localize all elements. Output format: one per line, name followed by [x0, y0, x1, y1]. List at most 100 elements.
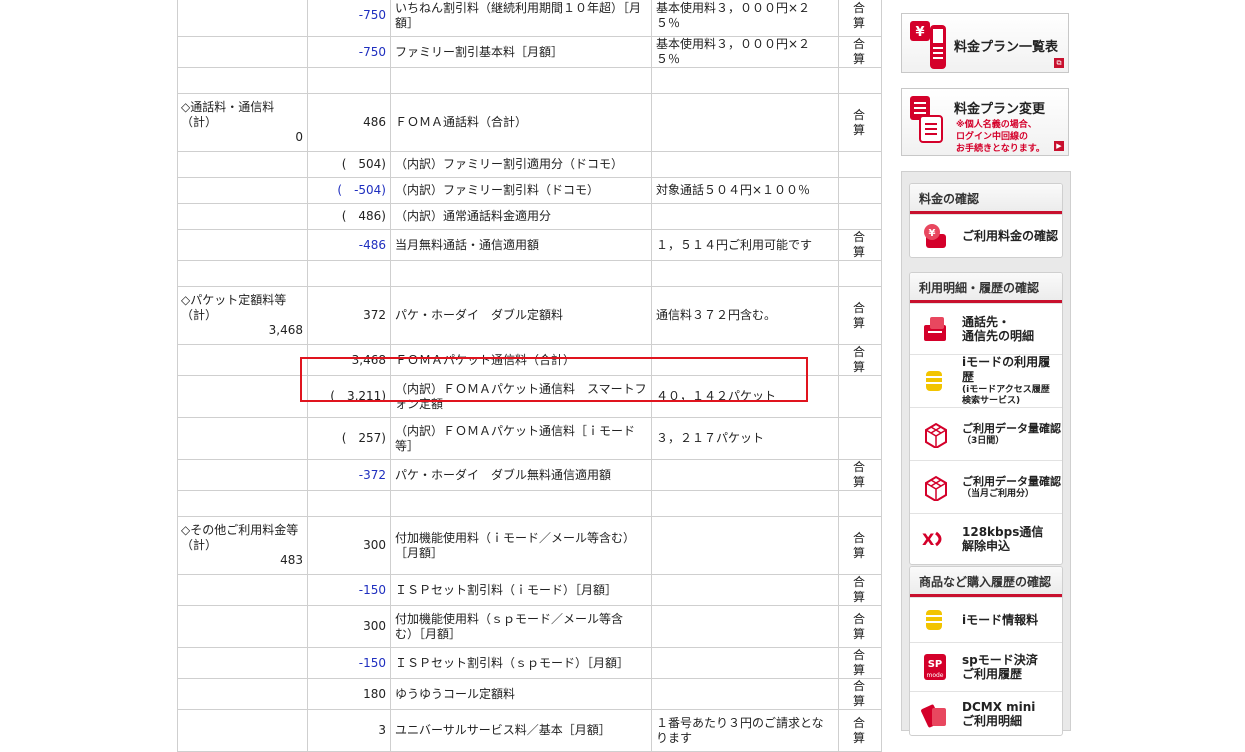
- nav-item-imode-info-fee[interactable]: iモード情報料: [910, 597, 1062, 642]
- description-cell: ファミリー割引基本料［月額］: [390, 36, 652, 68]
- bill-row: [177, 490, 882, 517]
- nav-item-sub: (iモードアクセス履歴 検索サービス): [962, 385, 1050, 406]
- amount-cell: 300: [307, 516, 391, 575]
- billing-type-cell: [838, 151, 882, 178]
- note-cell: １，５１４円ご利用可能です: [651, 229, 839, 261]
- category-cell: ◇その他ご利用料金等（計） 483: [177, 516, 308, 575]
- billing-type-cell: 合算: [838, 286, 882, 345]
- category-cell: [177, 151, 308, 178]
- bill-row: 3 ユニバーサルサービス料／基本［月額］ １番号あたり３円のご請求となります 合算: [177, 709, 882, 752]
- description-cell: ＩＳＰセット割引料（ｉモード）［月額］: [390, 574, 652, 606]
- nav-item-call-statement[interactable]: 通話先・ 通信先の明細: [910, 303, 1062, 354]
- amount-cell: -150: [307, 574, 391, 606]
- description-cell: （内訳）ファミリー割引料（ドコモ）: [390, 177, 652, 204]
- plan-list-button[interactable]: ¥ 料金プラン一覧表 ⧉: [901, 13, 1069, 73]
- note-cell: [651, 203, 839, 230]
- amount-cell: -486: [307, 229, 391, 261]
- category-cell: [177, 67, 308, 94]
- amount-cell: -750: [307, 36, 391, 68]
- nav-item-sub: （3日間）: [962, 436, 1005, 446]
- category-cell: [177, 605, 308, 648]
- section-header: 料金の確認: [910, 184, 1062, 214]
- note-cell: [651, 605, 839, 648]
- bill-row: ◇パケット定額料等（計） 3,468 372 パケ・ホーダイ ダブル定額料 通信料３７２…: [177, 286, 882, 345]
- note-cell: [651, 647, 839, 679]
- plan-list-label: 料金プラン一覧表: [954, 40, 1059, 55]
- highlight-box: [300, 357, 808, 402]
- category-cell: ◇通話料・通信料（計） 0: [177, 93, 308, 152]
- billing-type-cell: 合算: [838, 709, 882, 752]
- statement-icon: [924, 317, 946, 341]
- billing-type-cell: 合算: [838, 36, 882, 68]
- note-cell: 基本使用料３，０００円×２５％: [651, 0, 839, 37]
- note-cell: [651, 93, 839, 152]
- description-cell: パケ・ホーダイ ダブル定額料: [390, 286, 652, 345]
- description-cell: 付加機能使用料（ｓｐモード／メール等含む）［月額］: [390, 605, 652, 648]
- category-cell: [177, 459, 308, 491]
- billing-type-cell: 合算: [838, 516, 882, 575]
- billing-type-cell: 合算: [838, 0, 882, 37]
- nav-item-billing-check[interactable]: ¥ ご利用料金の確認: [910, 214, 1062, 257]
- bill-row: -372 パケ・ホーダイ ダブル無料通信適用額 合算: [177, 459, 882, 491]
- bill-row: -750 ファミリー割引基本料［月額］ 基本使用料３，０００円×２５％ 合算: [177, 36, 882, 68]
- billing-type-cell: 合算: [838, 344, 882, 376]
- category-cell: [177, 574, 308, 606]
- plan-change-note: ※個人名義の場合、 ログイン中回線の お手続きとなります。: [956, 120, 1045, 154]
- description-cell: ユニバーサルサービス料／基本［月額］: [390, 709, 652, 752]
- amount-cell: 180: [307, 678, 391, 710]
- bill-row: 300 付加機能使用料（ｓｐモード／メール等含む）［月額］ 合算: [177, 605, 882, 648]
- category-total: 0: [295, 130, 303, 144]
- svg-text:¥: ¥: [915, 25, 924, 40]
- description-cell: いちねん割引料（継続利用期間１０年超）［月額］: [390, 0, 652, 37]
- nav-item-label: DCMX mini ご利用明細: [962, 700, 1036, 728]
- billing-type-cell: [838, 67, 882, 94]
- bill-row: ◇その他ご利用料金等（計） 483 300 付加機能使用料（ｉモード／メール等含む）［…: [177, 516, 882, 575]
- nav-item-label: ご利用データ量確認 （当月ご利用分）: [962, 474, 1061, 500]
- section-usage: 利用明細・履歴の確認 通話先・ 通信先の明細 iモードの利用履歴 (iモードアクセ…: [909, 272, 1063, 565]
- category-cell: [177, 0, 308, 37]
- note-cell: [651, 459, 839, 491]
- nav-item-dcmx[interactable]: DCMX mini ご利用明細: [910, 691, 1062, 735]
- plan-change-button[interactable]: 料金プラン変更 ※個人名義の場合、 ログイン中回線の お手続きとなります。 ▶: [901, 88, 1069, 156]
- billing-type-cell: 合算: [838, 229, 882, 261]
- amount-cell: [307, 260, 391, 287]
- category-cell: [177, 344, 308, 376]
- note-cell: [651, 67, 839, 94]
- description-cell: （内訳）通常通話料金適用分: [390, 203, 652, 230]
- amount-cell: ( 257): [307, 417, 391, 460]
- nav-item-data-3days[interactable]: ご利用データ量確認 （3日間）: [910, 407, 1062, 460]
- nav-item-imode-history[interactable]: iモードの利用履歴 (iモードアクセス履歴 検索サービス): [910, 354, 1062, 407]
- dcmx-card-icon: [921, 704, 946, 728]
- note-cell: [651, 516, 839, 575]
- section-header: 利用明細・履歴の確認: [910, 273, 1062, 303]
- amount-cell: ( 504): [307, 151, 391, 178]
- billing-type-cell: 合算: [838, 459, 882, 491]
- nav-item-128kbps[interactable]: X 128kbps通信 解除申込: [910, 513, 1062, 564]
- amount-cell: ( 486): [307, 203, 391, 230]
- amount-cell: -372: [307, 459, 391, 491]
- category-cell: ◇パケット定額料等（計） 3,468: [177, 286, 308, 345]
- nav-item-data-month[interactable]: ご利用データ量確認 （当月ご利用分）: [910, 460, 1062, 513]
- nav-item-label: iモード情報料: [962, 613, 1039, 627]
- amount-cell: 300: [307, 605, 391, 648]
- amount-cell: [307, 490, 391, 517]
- billing-type-cell: 合算: [838, 574, 882, 606]
- svg-text:SP: SP: [928, 659, 943, 670]
- billing-type-cell: 合算: [838, 93, 882, 152]
- description-cell: 当月無料通話・通信適用額: [390, 229, 652, 261]
- nav-item-spmode-payment[interactable]: SP mode spモード決済 ご利用履歴: [910, 642, 1062, 691]
- coin-stack-icon: [926, 610, 942, 630]
- svg-text:X: X: [922, 530, 935, 549]
- category-label: ◇パケット定額料等（計）: [181, 293, 287, 322]
- note-cell: 通信料３７２円含む。: [651, 286, 839, 345]
- nav-item-label: ご利用データ量確認 （3日間）: [962, 421, 1061, 447]
- category-total: 483: [280, 553, 303, 567]
- description-cell: [390, 67, 652, 94]
- description-cell: ＩＳＰセット割引料（ｓｐモード）［月額］: [390, 647, 652, 679]
- category-label: ◇通話料・通信料（計）: [181, 100, 275, 129]
- nav-item-label: 128kbps通信 解除申込: [962, 525, 1044, 553]
- note-cell: 対象通話５０４円×１００％: [651, 177, 839, 204]
- note-cell: [651, 490, 839, 517]
- amount-cell: 3: [307, 709, 391, 752]
- bill-row: -750 いちねん割引料（継続利用期間１０年超）［月額］ 基本使用料３，０００円×２…: [177, 0, 882, 37]
